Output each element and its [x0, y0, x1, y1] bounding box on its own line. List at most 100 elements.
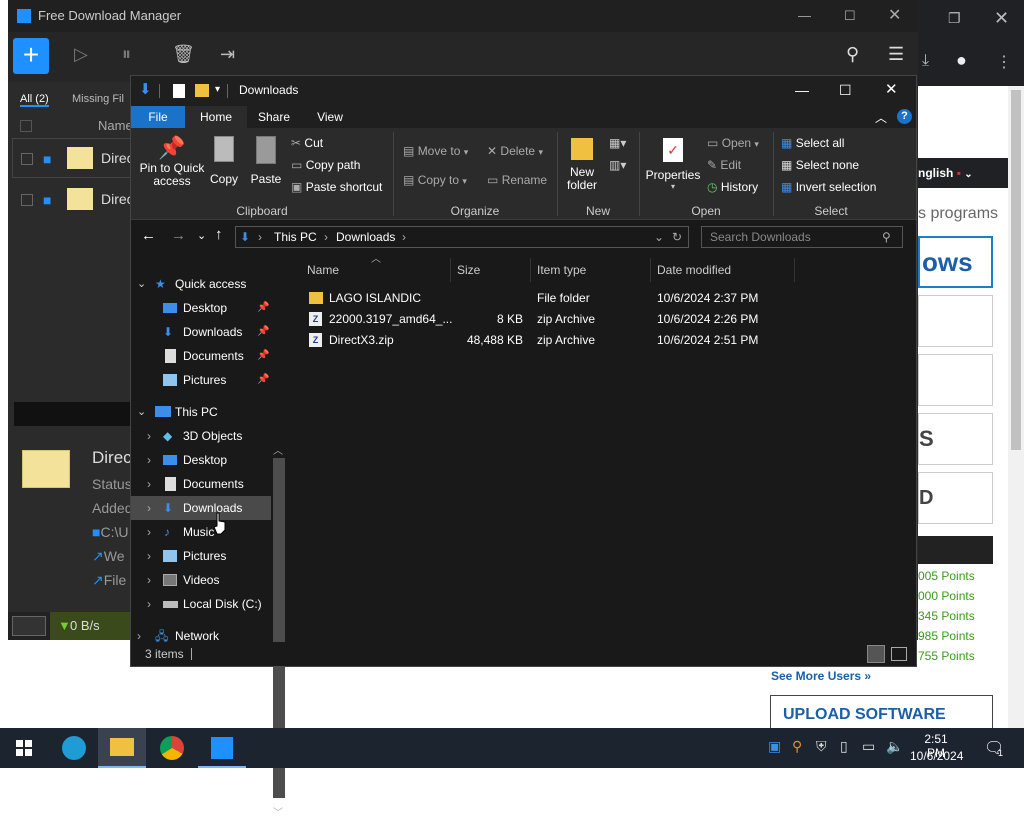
copy-path-button[interactable]: ▭ Copy path — [291, 158, 360, 172]
paste-button[interactable]: Paste — [247, 134, 285, 186]
properties-qat-icon[interactable] — [173, 84, 185, 98]
download-row[interactable]: ■ Direc — [12, 179, 138, 219]
move-icon[interactable]: ⇥ — [220, 44, 235, 65]
row-checkbox[interactable] — [21, 194, 33, 206]
column-name[interactable]: Name — [289, 258, 451, 282]
select-all-button[interactable]: ▦ Select all — [781, 136, 844, 150]
taskbar-explorer[interactable] — [98, 728, 146, 768]
taskbar-chrome[interactable] — [148, 728, 196, 768]
start-icon[interactable]: ▷ — [74, 44, 88, 65]
search-box[interactable]: Search Downloads ⚲ — [701, 226, 903, 248]
file-row[interactable]: Z DirectX3.zip 48,488 KB zip Archive 10/… — [289, 330, 889, 351]
scroll-up-icon[interactable]: ︿ — [273, 442, 283, 457]
column-name[interactable]: Name — [98, 118, 133, 133]
start-button[interactable] — [0, 728, 48, 768]
nav-downloads[interactable]: › ⬇ Downloads — [131, 496, 271, 520]
recent-chevron-icon[interactable]: ⌄ — [197, 229, 206, 242]
cut-button[interactable]: ✂ Cut — [291, 136, 323, 150]
back-icon[interactable]: ← — [141, 227, 156, 244]
nav-qa-pictures[interactable]: Pictures 📌 — [131, 368, 271, 392]
refresh-icon[interactable]: ↻ — [672, 227, 682, 247]
upload-software-button[interactable]: UPLOAD SOFTWARE — [770, 695, 993, 731]
nav-3d-objects[interactable]: › ◆ 3D Objects — [131, 424, 271, 448]
easy-access-icon[interactable]: ▥▾ — [609, 158, 626, 172]
tab-view[interactable]: View — [301, 106, 359, 128]
tab-share[interactable]: Share — [247, 106, 301, 128]
tab-all[interactable]: All (2) — [20, 93, 49, 107]
edit-button[interactable]: ✎ Edit — [707, 158, 741, 172]
language-selector[interactable]: nglish ▪ ⌄ — [918, 158, 1008, 188]
column-date-modified[interactable]: Date modified — [651, 258, 795, 282]
select-all-checkbox[interactable] — [20, 120, 32, 132]
select-none-button[interactable]: ▦ Select none — [781, 158, 859, 172]
search-tray-icon[interactable]: ⚲ — [792, 738, 802, 755]
nav-qa-downloads[interactable]: ⬇ Downloads 📌 — [131, 320, 271, 344]
delete-icon[interactable]: 🗑 — [172, 44, 195, 65]
network-tray-icon[interactable]: ▭ — [862, 738, 875, 755]
row-checkbox[interactable] — [21, 153, 33, 165]
web-box-3[interactable]: S — [918, 413, 993, 465]
clock-date[interactable]: 10/6/2024 — [910, 749, 963, 763]
column-size[interactable]: Size — [451, 258, 531, 282]
pause-icon[interactable]: ⏸ — [122, 44, 131, 65]
scroll-down-icon[interactable]: ﹀ — [273, 804, 283, 819]
move-to-button[interactable]: ▤ Move to ▾ — [403, 144, 468, 158]
paste-shortcut-button[interactable]: ▣ Paste shortcut — [291, 180, 382, 194]
folder-icon[interactable]: ■ — [43, 192, 51, 208]
new-item-icon[interactable]: ▦▾ — [609, 136, 626, 150]
tab-home[interactable]: Home — [185, 106, 247, 128]
address-bar[interactable]: ⬇ › This PC › Downloads › ⌄ ↻ — [235, 226, 689, 248]
file-row[interactable]: Z 22000.3197_amd64_... 8 KB zip Archive … — [289, 309, 889, 330]
scroll-thumb[interactable] — [1011, 90, 1021, 450]
new-folder-qat-icon[interactable] — [195, 84, 209, 97]
invert-selection-button[interactable]: ▦ Invert selection — [781, 180, 876, 194]
taskbar-edge[interactable] — [50, 728, 98, 768]
breadcrumb-downloads[interactable]: Downloads — [336, 227, 395, 247]
detail-web[interactable]: ↗We — [92, 548, 124, 565]
forward-icon[interactable]: → — [171, 227, 186, 244]
address-dropdown-icon[interactable]: ⌄ — [654, 227, 664, 247]
properties-button[interactable]: ✓ Properties ▾ — [645, 134, 701, 191]
delete-button[interactable]: ✕ Delete ▾ — [487, 144, 543, 158]
nav-videos[interactable]: › Videos — [131, 568, 271, 592]
help-icon[interactable]: ? — [897, 109, 912, 124]
download-row[interactable]: ■ Direc — [12, 138, 138, 178]
history-button[interactable]: ◷ History — [707, 180, 758, 194]
tab-file[interactable]: File — [131, 106, 185, 128]
large-icons-view-icon[interactable] — [891, 647, 907, 661]
add-download-button[interactable]: + — [13, 38, 49, 74]
nav-quick-access[interactable]: ⌄ ★ Quick access — [131, 272, 271, 296]
minimize-icon[interactable]: — — [798, 0, 811, 32]
web-box-2[interactable] — [918, 354, 993, 406]
close-icon[interactable]: ✕ — [885, 76, 898, 104]
menu-icon[interactable]: ☰ — [888, 44, 904, 65]
qat-dropdown-icon[interactable]: ▾ — [215, 76, 220, 104]
detail-file[interactable]: ↗File — [92, 572, 126, 589]
defender-icon[interactable]: ⛨ — [816, 738, 827, 755]
detail-path[interactable]: ■C:\U — [92, 524, 128, 540]
folder-icon[interactable]: ■ — [43, 151, 51, 167]
profile-icon[interactable]: ● — [956, 50, 967, 71]
nav-qa-desktop[interactable]: Desktop 📌 — [131, 296, 271, 320]
nav-qa-documents[interactable]: Documents 📌 — [131, 344, 271, 368]
open-button[interactable]: ▭ Open ▾ — [707, 136, 759, 150]
close-icon[interactable]: ✕ — [888, 0, 901, 32]
search-icon[interactable]: ⚲ — [846, 44, 859, 65]
file-row[interactable]: LAGO ISLANDIC File folder 10/6/2024 2:37… — [289, 288, 889, 309]
close-icon[interactable]: ✕ — [994, 8, 1009, 29]
column-item-type[interactable]: Item type — [531, 258, 651, 282]
maximize-icon[interactable]: ☐ — [839, 76, 852, 104]
download-arrow-icon[interactable]: ⬇ — [139, 82, 152, 98]
breadcrumb-this-pc[interactable]: This PC — [274, 227, 317, 247]
tab-missing[interactable]: Missing Fil — [72, 93, 124, 105]
web-box-4[interactable]: D — [918, 472, 993, 524]
restore-icon[interactable]: ❐ — [948, 10, 961, 27]
browser-scrollbar[interactable] — [1008, 86, 1024, 728]
more-icon[interactable]: ⋮ — [996, 52, 1012, 72]
see-more-link[interactable]: See More Users » — [771, 669, 871, 683]
rename-button[interactable]: ▭ Rename — [487, 173, 547, 187]
collapse-ribbon-icon[interactable]: ︿ — [875, 109, 887, 126]
nav-documents[interactable]: › Documents — [131, 472, 271, 496]
speed-limit-icon[interactable] — [12, 616, 46, 636]
minimize-icon[interactable]: — — [795, 76, 809, 104]
